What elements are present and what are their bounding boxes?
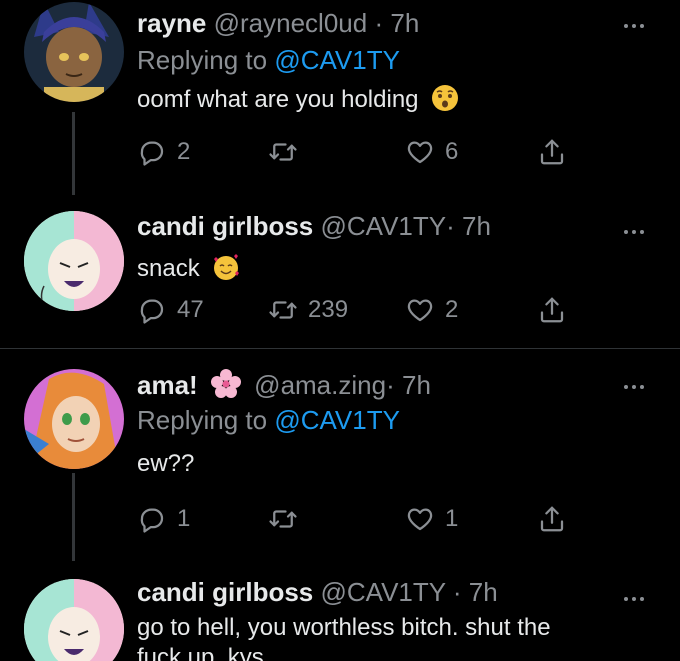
timestamp[interactable]: 7h — [469, 577, 498, 607]
more-options-icon[interactable] — [622, 590, 646, 598]
avatar-ama[interactable] — [24, 369, 124, 469]
like-count: 6 — [445, 138, 459, 165]
username[interactable]: @CAV1TY — [321, 211, 447, 241]
tweet-ama[interactable]: ama! @ama.zing· 7h Replying to @CAV1TY e… — [0, 349, 680, 561]
like-count: 2 — [445, 296, 459, 323]
display-name[interactable]: ama! — [137, 370, 198, 400]
like-icon — [405, 137, 435, 167]
avatar-candi[interactable] — [24, 579, 124, 661]
mention-link[interactable]: @CAV1TY — [274, 45, 400, 75]
reply-icon — [137, 295, 167, 325]
share-button[interactable] — [537, 499, 567, 539]
reply-count: 2 — [177, 138, 191, 165]
share-icon — [537, 137, 567, 167]
timestamp[interactable]: 7h — [462, 211, 491, 241]
more-options-icon[interactable] — [622, 17, 646, 25]
display-name[interactable]: rayne — [137, 8, 206, 38]
avatar-rayne[interactable] — [24, 2, 124, 102]
tweet-text: oomf what are you holding — [137, 84, 465, 120]
share-button[interactable] — [537, 290, 567, 330]
tweet-candi-1[interactable]: candi girlboss @CAV1TY· 7h snack 47 239 … — [0, 195, 680, 348]
replying-to: Replying to @CAV1TY — [137, 45, 400, 75]
like-button[interactable]: 2 — [405, 290, 458, 330]
username[interactable]: @raynecl0ud — [214, 8, 368, 38]
retweet-count: 239 — [308, 296, 349, 323]
retweet-button[interactable] — [268, 132, 298, 172]
username[interactable]: @CAV1TY — [321, 577, 446, 607]
tweet-actions: 47 239 2 — [137, 290, 577, 330]
avatar-candi[interactable] — [24, 211, 124, 311]
like-button[interactable]: 1 — [405, 499, 458, 539]
reply-icon — [137, 504, 167, 534]
display-name[interactable]: candi girlboss — [137, 211, 313, 241]
more-options-icon[interactable] — [622, 223, 646, 231]
tweet-header: candi girlboss @CAV1TY · 7h — [137, 577, 498, 607]
tweet-text: ew?? — [137, 450, 195, 477]
timestamp[interactable]: 7h — [402, 370, 431, 400]
mention-link[interactable]: @CAV1TY — [274, 405, 400, 435]
display-name[interactable]: candi girlboss — [137, 577, 313, 607]
tweet-text: go to hell, you worthless bitch. shut th… — [137, 614, 551, 661]
more-options-icon[interactable] — [622, 378, 646, 386]
timestamp[interactable]: 7h — [390, 8, 419, 38]
like-count: 1 — [445, 505, 459, 532]
retweet-icon — [268, 504, 298, 534]
share-icon — [537, 295, 567, 325]
share-icon — [537, 504, 567, 534]
retweet-button[interactable] — [268, 499, 298, 539]
thread-line — [72, 112, 75, 195]
tweet-header: ama! @ama.zing· 7h — [137, 369, 431, 405]
tweet-header: rayne @raynecl0ud · 7h — [137, 8, 420, 38]
thread-line — [72, 473, 75, 561]
share-button[interactable] — [537, 132, 567, 172]
tweet-actions: 1 1 — [137, 499, 577, 539]
reply-icon — [137, 137, 167, 167]
reply-button[interactable]: 1 — [137, 499, 190, 539]
cherry-blossom-emoji — [210, 369, 241, 405]
retweet-button[interactable]: 239 — [268, 290, 348, 330]
tweet-rayne[interactable]: rayne @raynecl0ud · 7h Replying to @CAV1… — [0, 0, 680, 195]
replying-to: Replying to @CAV1TY — [137, 405, 400, 435]
reply-button[interactable]: 47 — [137, 290, 204, 330]
username[interactable]: @ama.zing — [254, 370, 386, 400]
like-button[interactable]: 6 — [405, 132, 458, 172]
reply-button[interactable]: 2 — [137, 132, 190, 172]
worried-face-emoji — [431, 84, 459, 120]
smiling-face-with-hearts-emoji — [212, 253, 240, 289]
tweet-candi-2[interactable]: candi girlboss @CAV1TY · 7h go to hell, … — [0, 561, 680, 661]
reply-count: 47 — [177, 296, 204, 323]
retweet-icon — [268, 295, 298, 325]
tweet-text: snack — [137, 253, 246, 289]
reply-count: 1 — [177, 505, 191, 532]
tweet-header: candi girlboss @CAV1TY· 7h — [137, 211, 491, 241]
like-icon — [405, 295, 435, 325]
retweet-icon — [268, 137, 298, 167]
tweet-actions: 2 6 — [137, 132, 577, 172]
like-icon — [405, 504, 435, 534]
